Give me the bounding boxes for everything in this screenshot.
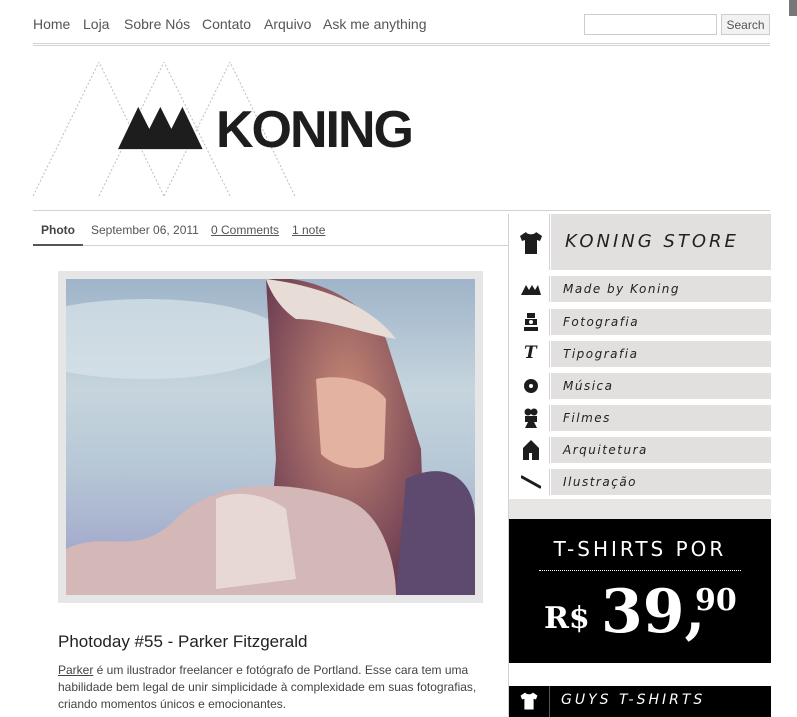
promo-headline: T-SHIRTS POR [553,537,727,561]
nav-home-link[interactable]: Home [33,16,70,32]
tshirt-icon [520,232,542,254]
category-label: Ilustração [551,469,771,495]
category-label: Fotografia [551,309,771,335]
type-icon: T [524,343,537,363]
store-icon-box [510,214,550,270]
header-divider [33,210,770,211]
post-type-tab[interactable]: Photo [33,214,83,246]
nav-sobre-link[interactable]: Sobre Nós [124,16,190,32]
category-label: Filmes [551,405,771,431]
category-filmes[interactable]: Filmes [509,405,771,431]
post-date: September 06, 2011 [91,223,199,237]
post-meta-bar: Photo September 06, 2011 0 Comments 1 no… [33,214,508,246]
category-made-by-koning[interactable]: Made by Koning [509,276,771,302]
category-label: Música [551,373,771,399]
store-header[interactable]: KONING STORE [509,214,771,270]
category-arquitetura[interactable]: Arquitetura [509,437,771,463]
category-ilustracao[interactable]: Ilustração [509,469,771,495]
post-title[interactable]: Photoday #55 - Parker Fitzgerald [58,632,307,652]
notes-link[interactable]: 1 note [292,223,325,237]
post-body: Parker é um ilustrador freelancer e fotó… [58,662,478,713]
record-icon [524,379,538,393]
koning-logo-text[interactable]: KONING [216,98,414,162]
tshirt-icon [520,692,538,710]
promo-price: 39, [601,577,706,647]
nav-arquivo-link[interactable]: Arquivo [264,16,311,32]
store-title: KONING STORE [551,214,771,270]
promo-dotted-divider [539,570,741,571]
guys-tshirts-label: GUYS T-SHIRTS [561,692,706,708]
category-tipografia[interactable]: T Tipografia [509,341,771,367]
post-body-text: é um ilustrador freelancer e fotógrafo d… [58,663,477,711]
search-input[interactable] [584,14,717,35]
film-camera-icon [524,408,538,428]
top-nav: Home Loja Sobre Nós Contato Arquivo Ask … [33,14,770,36]
nav-divider [33,43,770,46]
camera-icon [524,313,538,331]
guys-tshirts-link[interactable]: GUYS T-SHIRTS [509,686,771,717]
photo-illustration [66,279,475,595]
post-body-link[interactable]: Parker [58,663,93,677]
pencil-icon [521,475,541,489]
sidebar: KONING STORE Made by Koning Fotografia T… [508,214,771,717]
edge-scroll-tab[interactable] [789,0,797,16]
category-label: Arquitetura [551,437,771,463]
nav-contato-link[interactable]: Contato [202,16,251,32]
sidebar-spacer [509,499,771,519]
category-musica[interactable]: Música [509,373,771,399]
promo-currency: R$ [544,601,590,636]
tshirt-promo-banner[interactable]: T-SHIRTS POR R$ 39, 90 [509,519,771,663]
category-fotografia[interactable]: Fotografia [509,309,771,335]
category-label: Tipografia [551,341,771,367]
nav-ask-link[interactable]: Ask me anything [323,16,427,32]
comments-link[interactable]: 0 Comments [211,223,279,237]
search-button[interactable]: Search [721,14,770,35]
koning-logo-mountains [118,106,203,150]
post-photo-frame [58,271,483,603]
promo-price-cents: 90 [695,583,737,618]
house-icon [523,440,539,460]
mountains-icon [521,285,541,295]
nav-loja-link[interactable]: Loja [83,16,109,32]
post-photo[interactable] [66,279,475,595]
category-label: Made by Koning [551,276,771,302]
